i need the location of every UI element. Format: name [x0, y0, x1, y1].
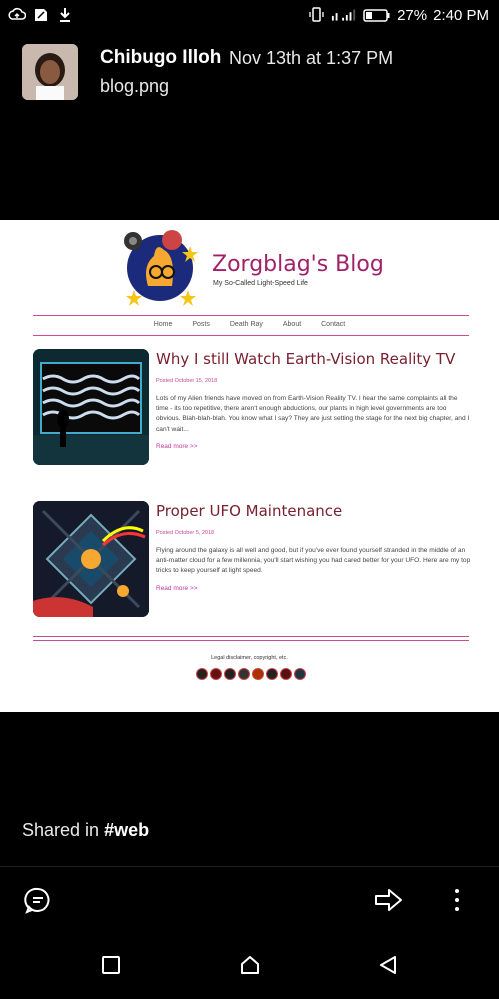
- comment-icon[interactable]: [24, 886, 52, 914]
- post-title[interactable]: Why I still Watch Earth-Vision Reality T…: [156, 350, 455, 368]
- post-date: Posted October 5, 2018: [156, 530, 215, 536]
- social-icon[interactable]: [266, 668, 278, 680]
- status-bar: 27% 2:40 PM: [0, 0, 499, 34]
- social-icon[interactable]: [210, 668, 222, 680]
- nav-home[interactable]: Home: [154, 321, 173, 328]
- nav-bottom-line: [33, 335, 469, 336]
- blog-nav: Home Posts Death Ray About Contact: [0, 321, 499, 328]
- more-options-icon[interactable]: [450, 886, 464, 914]
- social-icon[interactable]: [294, 668, 306, 680]
- tv-thumbnail-image: [33, 349, 149, 465]
- recents-icon[interactable]: [101, 955, 121, 975]
- shared-prefix: Shared in: [22, 820, 105, 840]
- divider: [0, 866, 499, 867]
- blog-logo: [120, 226, 200, 306]
- battery-percent: 27%: [397, 6, 428, 24]
- action-bar: [0, 880, 499, 920]
- post-thumbnail[interactable]: [33, 501, 149, 617]
- ufo-thumbnail-image: [33, 501, 149, 617]
- nav-top-line: [33, 315, 469, 316]
- image-preview[interactable]: Zorgblag's Blog My So-Called Light-Speed…: [0, 220, 499, 712]
- footer-line-top: [33, 636, 469, 637]
- blog-title: Zorgblag's Blog: [212, 252, 384, 277]
- post-excerpt: Flying around the galaxy is all well and…: [156, 547, 471, 575]
- file-name[interactable]: blog.png: [100, 76, 169, 97]
- social-icon[interactable]: [238, 668, 250, 680]
- read-more-link[interactable]: Read more >>: [156, 443, 198, 450]
- channel-link[interactable]: #web: [104, 820, 149, 840]
- post-thumbnail[interactable]: [33, 349, 149, 465]
- share-icon[interactable]: [374, 886, 404, 914]
- social-icons: [196, 668, 306, 680]
- legal-disclaimer: Legal disclaimer, copyright, etc.: [211, 655, 288, 661]
- post-title[interactable]: Proper UFO Maintenance: [156, 502, 342, 520]
- signal-icon: [332, 9, 356, 21]
- home-icon[interactable]: [239, 954, 261, 976]
- post-date: Posted October 15, 2018: [156, 378, 218, 384]
- post-excerpt: Lots of my Alien friends have moved on f…: [156, 395, 470, 433]
- system-nav-bar: [0, 945, 499, 985]
- social-icon[interactable]: [252, 668, 264, 680]
- nav-death-ray[interactable]: Death Ray: [230, 321, 263, 328]
- message-header: Chibugo Illoh Nov 13th at 1:37 PM blog.p…: [22, 44, 492, 104]
- nav-about[interactable]: About: [283, 321, 301, 328]
- sim-card-icon: [35, 9, 47, 21]
- message-timestamp: Nov 13th at 1:37 PM: [229, 48, 394, 68]
- download-icon: [60, 8, 70, 22]
- footer-line-bottom: [33, 640, 469, 641]
- blog-subtitle: My So-Called Light-Speed Life: [213, 280, 308, 287]
- avatar[interactable]: [22, 44, 78, 100]
- back-icon[interactable]: [377, 954, 399, 976]
- nav-contact[interactable]: Contact: [321, 321, 345, 328]
- social-icon[interactable]: [280, 668, 292, 680]
- avatar-image: [22, 44, 78, 100]
- clock: 2:40 PM: [433, 6, 489, 24]
- cloud-upload-icon: [8, 7, 26, 20]
- social-icon[interactable]: [196, 668, 208, 680]
- vibrate-icon: [309, 7, 324, 22]
- read-more-link[interactable]: Read more >>: [156, 585, 198, 592]
- author-name[interactable]: Chibugo Illoh: [100, 47, 221, 69]
- social-icon[interactable]: [224, 668, 236, 680]
- nav-posts[interactable]: Posts: [192, 321, 210, 328]
- shared-in-label: Shared in #web: [22, 820, 149, 841]
- battery-icon: [363, 9, 390, 22]
- alien-logo-icon: [124, 230, 198, 306]
